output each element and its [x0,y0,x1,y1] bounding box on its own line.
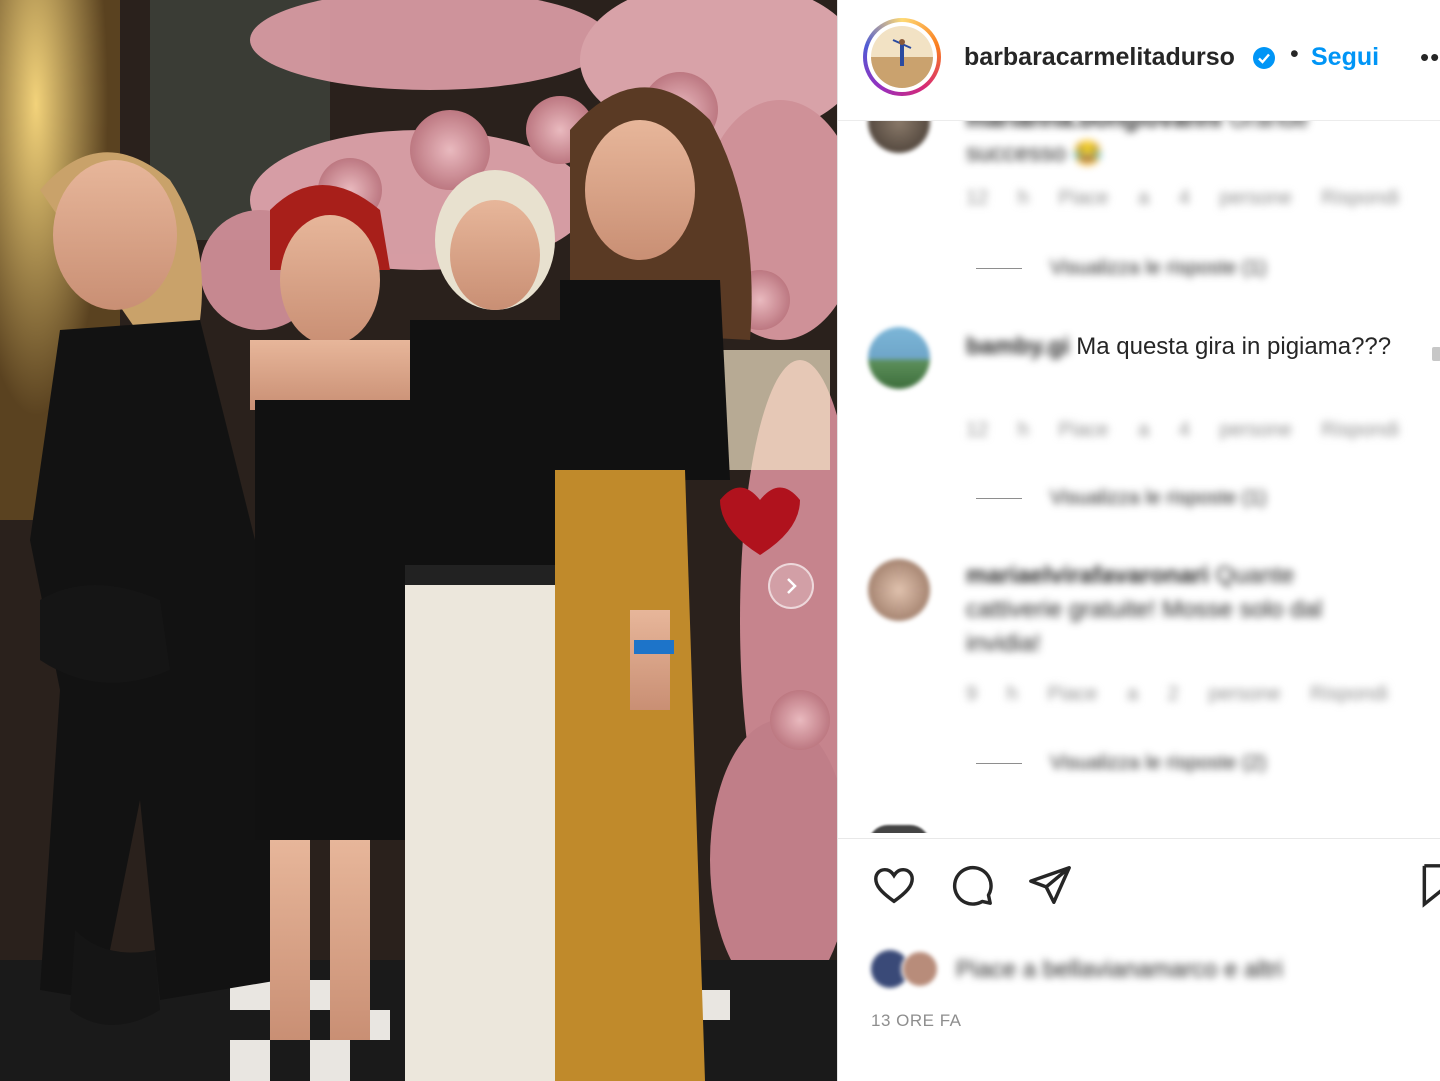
post-photo [0,0,837,1081]
send-icon[interactable] [1027,862,1073,908]
post-actions [838,862,1440,918]
follow-button[interactable]: Segui [1311,43,1379,72]
header-separator: • [1290,40,1299,68]
next-photo-button[interactable] [768,563,814,609]
likes-avatars [871,950,951,988]
comment-avatar[interactable] [868,327,930,389]
comment-username[interactable]: mariaelvirafavaronari [966,562,1209,589]
comment-avatar[interactable] [868,559,930,621]
post-username[interactable]: barbaracarmelitadurso [964,43,1235,72]
post-timestamp: 13 ORE FA [871,1011,962,1030]
comment-time: 9 h [966,683,1018,705]
comment-reply-button[interactable]: Rispondi [1310,683,1388,705]
post-header: barbaracarmelitadurso • Segui ••• [838,0,1440,121]
bookmark-icon[interactable] [1420,862,1440,908]
avatar-photo [871,26,933,88]
post-sidebar: barbaracarmelitadurso • Segui ••• marian… [837,0,1440,1081]
actions-divider [838,838,1440,839]
view-replies-button[interactable]: Visualizza le risposte (1) [976,487,1266,510]
heart-icon[interactable] [871,862,917,908]
comment-like-edge[interactable] [1432,347,1440,361]
comment-time: 12 h [966,419,1029,441]
comment-text: Ma questa gira in pigiama??? [1076,333,1392,360]
view-replies-button[interactable]: Visualizza le risposte (2) [976,752,1266,775]
comment-likes[interactable]: Piace a 4 persone [1059,187,1292,209]
comment-time: 12 h [966,187,1029,209]
comment-avatar [868,825,930,833]
comment-reply-button[interactable]: Rispondi [1321,187,1399,209]
comments-list: marianna.bongiovanni Grande successo 😂 1… [838,121,1440,833]
likes-summary[interactable]: Piace a bellavianamarco e altri [956,956,1283,984]
more-options-icon[interactable]: ••• [1420,42,1440,73]
comment-likes[interactable]: Piace a 4 persone [1059,419,1292,441]
post-image [0,0,837,1081]
profile-avatar[interactable] [863,18,941,96]
view-replies-button[interactable]: Visualizza le risposte (1) [976,257,1266,280]
comment-username[interactable]: bamby.gi [966,333,1070,360]
verified-badge-icon [1253,47,1275,69]
comment-icon[interactable] [949,862,995,908]
chevron-right-icon [787,578,797,594]
comment-avatar[interactable] [868,121,930,153]
comment-likes[interactable]: Piace a 2 persone [1047,683,1280,705]
comment-reply-button[interactable]: Rispondi [1321,419,1399,441]
comment-username[interactable]: marianna.bongiovanni [966,121,1222,133]
